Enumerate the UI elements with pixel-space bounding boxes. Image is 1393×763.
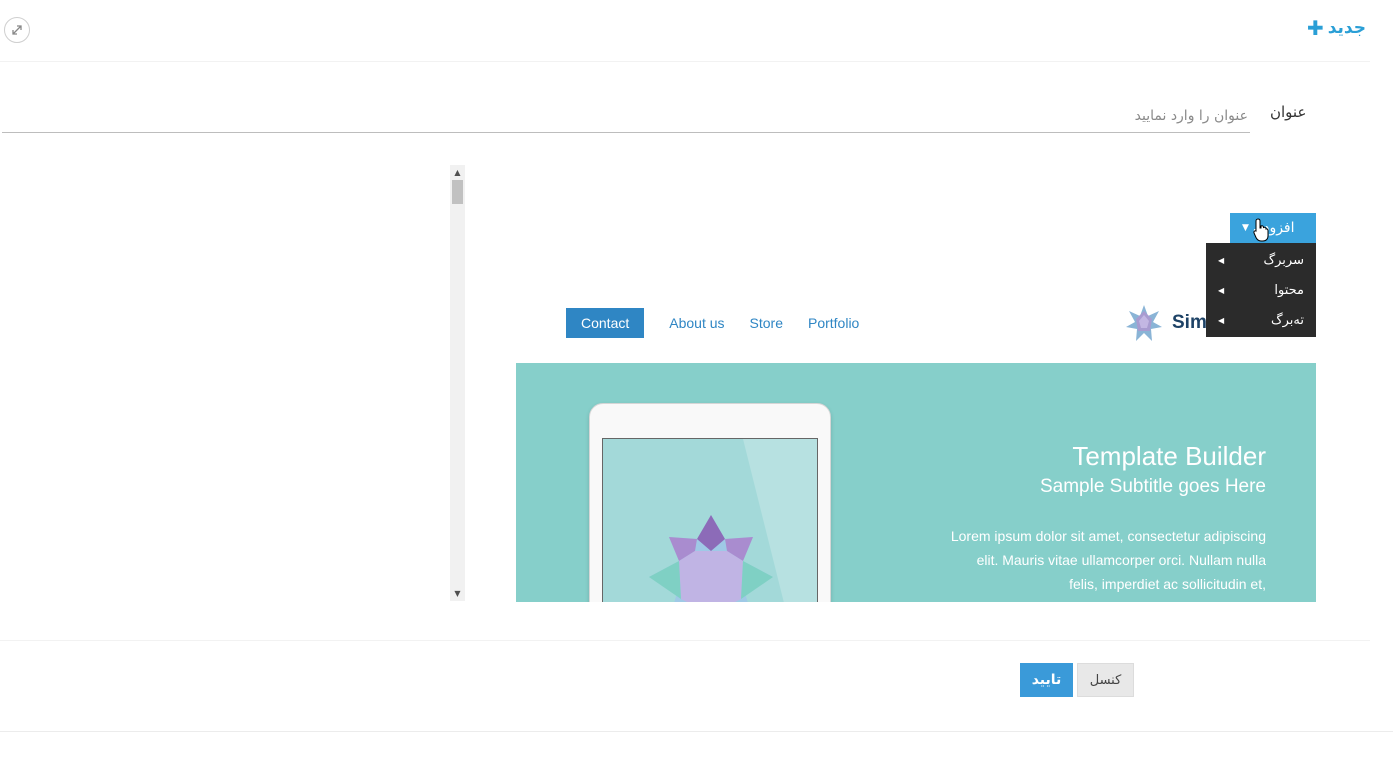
add-dropdown-menu: سربرگ ◀ محتوا ◀ ته‌برگ ◀ xyxy=(1206,243,1316,337)
plus-icon: ✚ xyxy=(1306,16,1324,40)
page: جدید ✚ عنوان ▲ ▼ افزودن ▼ سربرگ ◀ محتوا … xyxy=(0,0,1393,763)
menu-item-footer[interactable]: ته‌برگ ◀ xyxy=(1206,305,1316,335)
site-brand: Sim xyxy=(1124,303,1207,343)
menu-item-label: ته‌برگ xyxy=(1270,312,1304,328)
caret-left-icon: ◀ xyxy=(1218,315,1225,325)
bottom-divider xyxy=(0,731,1393,732)
expand-icon xyxy=(12,25,22,35)
title-input[interactable] xyxy=(2,99,1250,133)
caret-left-icon: ◀ xyxy=(1218,255,1225,265)
hand-cursor-icon xyxy=(1253,218,1269,242)
cancel-button[interactable]: کنسل xyxy=(1077,663,1134,697)
brand-name: Sim xyxy=(1172,312,1207,333)
caret-down-icon: ▼ xyxy=(1242,223,1249,233)
brand-logo-icon xyxy=(1126,305,1162,341)
crystal-illustration-icon xyxy=(649,439,817,602)
menu-item-header[interactable]: سربرگ ◀ xyxy=(1206,245,1316,275)
nav-about[interactable]: About us xyxy=(669,315,724,331)
expand-button[interactable] xyxy=(4,17,30,43)
hero-subtitle: Sample Subtitle goes Here xyxy=(1039,476,1266,497)
site-nav: Contact About us Store Portfolio xyxy=(566,308,859,338)
scroll-up-icon[interactable]: ▲ xyxy=(450,165,465,180)
footer-divider xyxy=(0,640,1370,641)
nav-portfolio[interactable]: Portfolio xyxy=(808,315,859,331)
menu-item-content[interactable]: محتوا ◀ xyxy=(1206,275,1316,305)
nav-contact[interactable]: Contact xyxy=(566,308,645,338)
menu-item-label: محتوا xyxy=(1274,282,1304,298)
new-label: جدید xyxy=(1327,18,1366,38)
hero-text: Template Builder Sample Subtitle goes He… xyxy=(946,441,1266,596)
scroll-thumb[interactable] xyxy=(452,180,463,204)
title-label: عنوان xyxy=(1270,103,1307,121)
new-button[interactable]: جدید ✚ xyxy=(1307,18,1366,38)
hero-body: Lorem ipsum dolor sit amet, consectetur … xyxy=(950,528,1266,592)
editor-scrollbar[interactable]: ▲ ▼ xyxy=(450,165,465,601)
confirm-button[interactable]: تایید xyxy=(1020,663,1073,697)
menu-item-label: سربرگ xyxy=(1263,252,1305,268)
nav-store[interactable]: Store xyxy=(750,315,783,331)
header: جدید ✚ xyxy=(0,0,1370,62)
scroll-down-icon[interactable]: ▼ xyxy=(450,586,465,601)
hero-section: Template Builder Sample Subtitle goes He… xyxy=(516,363,1316,602)
add-dropdown-button[interactable]: افزودن ▼ xyxy=(1230,213,1316,243)
caret-left-icon: ◀ xyxy=(1218,285,1225,295)
template-preview: افزودن ▼ سربرگ ◀ محتوا ◀ ته‌برگ ◀ Contac… xyxy=(516,165,1316,602)
hero-title: Template Builder xyxy=(1072,441,1266,471)
tablet-screen xyxy=(602,438,818,602)
tablet-image xyxy=(589,403,831,602)
